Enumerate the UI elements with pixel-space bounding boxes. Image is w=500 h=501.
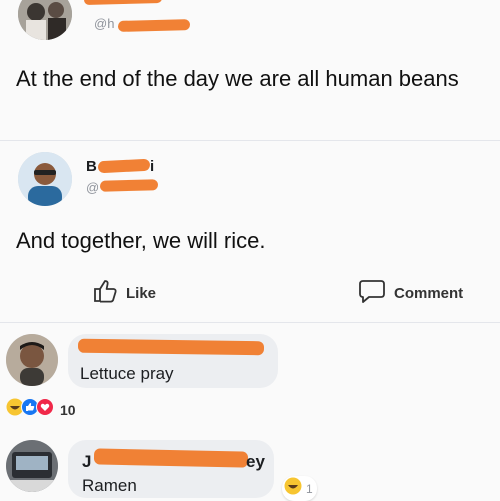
redaction-bar	[117, 19, 191, 32]
thumbs-up-icon	[92, 278, 118, 308]
divider	[0, 322, 500, 323]
like-button[interactable]: Like	[92, 278, 156, 308]
post1-text: At the end of the day we are all human b…	[16, 66, 459, 91]
comment2-avatar[interactable]	[6, 440, 58, 492]
reaction-summary[interactable]: 10	[6, 398, 76, 421]
redaction-bar	[83, 0, 163, 6]
post2-handle[interactable]: @	[86, 180, 99, 195]
comment1-text: Lettuce pray	[80, 364, 174, 383]
redaction-bar	[97, 158, 151, 174]
comment2-text: Ramen	[82, 476, 137, 495]
divider	[0, 140, 500, 141]
reaction-count: 1	[306, 481, 313, 496]
comment-button[interactable]: Comment	[358, 278, 463, 308]
love-reaction-icon	[36, 398, 54, 421]
post2-avatar[interactable]	[18, 152, 72, 206]
redaction-bar	[77, 338, 265, 356]
post1-avatar[interactable]	[18, 0, 72, 40]
comment2-author-end[interactable]: ey	[246, 452, 265, 472]
comment2-reaction[interactable]: 1	[282, 476, 317, 501]
haha-reaction-icon	[284, 477, 302, 500]
reaction-count: 10	[60, 401, 76, 418]
comment-icon	[358, 278, 386, 308]
post1-handle[interactable]: @h	[94, 16, 114, 31]
redaction-bar	[93, 448, 249, 468]
post2-text: And together, we will rice.	[16, 228, 266, 253]
comment1-avatar[interactable]	[6, 334, 58, 386]
redaction-bar	[99, 179, 159, 192]
post2-author-initial[interactable]: B	[86, 158, 97, 175]
comment-label: Comment	[394, 284, 464, 302]
post2-author-tail[interactable]: i	[150, 158, 154, 175]
like-label: Like	[126, 284, 157, 302]
comment2-author-start[interactable]: J	[82, 452, 91, 472]
